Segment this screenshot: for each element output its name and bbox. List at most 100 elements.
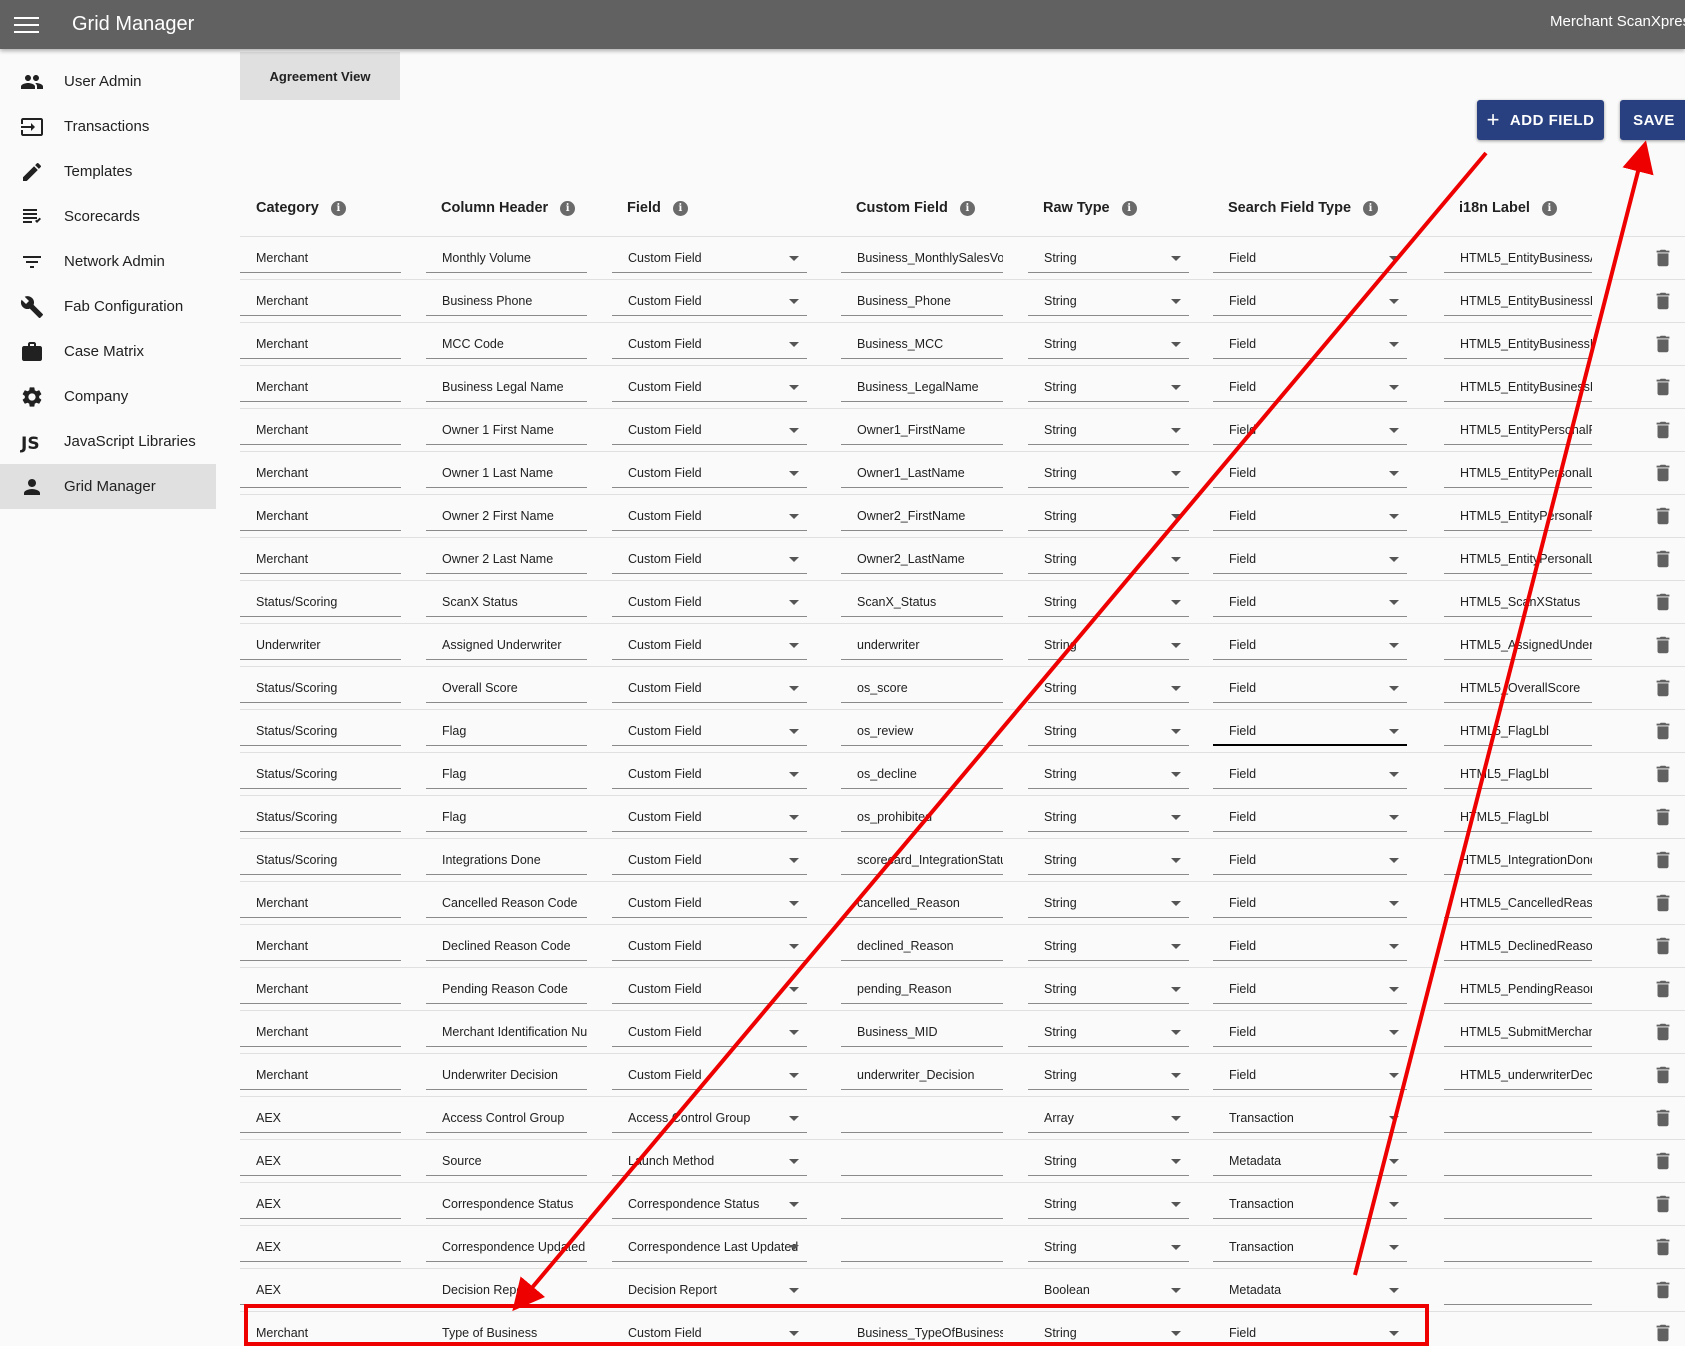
field-select[interactable]: Correspondence Status — [612, 1189, 807, 1219]
category-input[interactable]: Merchant — [240, 243, 401, 273]
search-field-type-select[interactable]: Field — [1213, 630, 1407, 660]
i18n-label-input[interactable] — [1444, 1318, 1592, 1346]
search-field-type-select[interactable]: Field — [1213, 931, 1407, 961]
field-select[interactable]: Custom Field — [612, 845, 807, 875]
custom-field-input[interactable]: Business_MCC — [841, 329, 1003, 359]
custom-field-input[interactable]: scorecard_IntegrationStatus — [841, 845, 1003, 875]
custom-field-input[interactable] — [841, 1232, 1003, 1262]
custom-field-input[interactable]: pending_Reason — [841, 974, 1003, 1004]
custom-field-input[interactable]: Business_Phone — [841, 286, 1003, 316]
category-input[interactable]: Merchant — [240, 544, 401, 574]
category-input[interactable]: Merchant — [240, 372, 401, 402]
search-field-type-select[interactable]: Field — [1213, 1017, 1407, 1047]
i18n-label-input[interactable] — [1444, 1146, 1592, 1176]
category-input[interactable]: Merchant — [240, 458, 401, 488]
i18n-label-input[interactable]: HTML5_SubmitMerchantDetails — [1444, 1017, 1592, 1047]
search-field-type-select[interactable]: Field — [1213, 802, 1407, 832]
delete-row-icon[interactable] — [1652, 591, 1674, 613]
search-field-type-select[interactable]: Field — [1213, 888, 1407, 918]
column-header-input[interactable]: Owner 2 Last Name — [426, 544, 587, 574]
sidebar-item-case-matrix[interactable]: Case Matrix — [0, 329, 216, 374]
column-header-input[interactable]: Owner 2 First Name — [426, 501, 587, 531]
column-header-input[interactable]: Merchant Identification Number — [426, 1017, 587, 1047]
custom-field-input[interactable]: Owner1_LastName — [841, 458, 1003, 488]
field-select[interactable]: Custom Field — [612, 1318, 807, 1346]
category-input[interactable]: Merchant — [240, 1017, 401, 1047]
raw-type-select[interactable]: String — [1028, 974, 1189, 1004]
i18n-label-input[interactable]: HTML5_FlagLbl — [1444, 759, 1592, 789]
custom-field-input[interactable]: ScanX_Status — [841, 587, 1003, 617]
column-header-input[interactable]: MCC Code — [426, 329, 587, 359]
sidebar-item-fab-configuration[interactable]: Fab Configuration — [0, 284, 216, 329]
delete-row-icon[interactable] — [1652, 892, 1674, 914]
delete-row-icon[interactable] — [1652, 333, 1674, 355]
column-header-input[interactable]: Flag — [426, 716, 587, 746]
column-header-input[interactable]: Correspondence Status — [426, 1189, 587, 1219]
delete-row-icon[interactable] — [1652, 1021, 1674, 1043]
category-input[interactable]: Status/Scoring — [240, 845, 401, 875]
i18n-label-input[interactable]: HTML5_FlagLbl — [1444, 716, 1592, 746]
column-header-input[interactable]: Flag — [426, 802, 587, 832]
search-field-type-select[interactable]: Transaction — [1213, 1232, 1407, 1262]
sidebar-item-transactions[interactable]: Transactions — [0, 104, 216, 149]
column-header-input[interactable]: Correspondence Updated — [426, 1232, 587, 1262]
info-icon[interactable]: i — [672, 200, 688, 216]
sidebar-item-user-admin[interactable]: User Admin — [0, 59, 216, 104]
i18n-label-input[interactable]: HTML5_underwriterDecision — [1444, 1060, 1592, 1090]
category-input[interactable]: Merchant — [240, 931, 401, 961]
category-input[interactable]: Status/Scoring — [240, 802, 401, 832]
column-header-input[interactable]: Integrations Done — [426, 845, 587, 875]
field-select[interactable]: Custom Field — [612, 544, 807, 574]
column-header-input[interactable]: Pending Reason Code — [426, 974, 587, 1004]
raw-type-select[interactable]: String — [1028, 673, 1189, 703]
column-header-input[interactable]: ScanX Status — [426, 587, 587, 617]
field-select[interactable]: Access Control Group — [612, 1103, 807, 1133]
i18n-label-input[interactable]: HTML5_EntityPersonalFirstName — [1444, 415, 1592, 445]
i18n-label-input[interactable]: HTML5_OverallScore — [1444, 673, 1592, 703]
field-select[interactable]: Custom Field — [612, 329, 807, 359]
search-field-type-select[interactable]: Field — [1213, 544, 1407, 574]
i18n-label-input[interactable]: HTML5_IntegrationDone — [1444, 845, 1592, 875]
field-select[interactable]: Custom Field — [612, 759, 807, 789]
category-input[interactable]: AEX — [240, 1275, 401, 1305]
delete-row-icon[interactable] — [1652, 1236, 1674, 1258]
category-input[interactable]: Underwriter — [240, 630, 401, 660]
raw-type-select[interactable]: Boolean — [1028, 1275, 1189, 1305]
i18n-label-input[interactable]: HTML5_EntityBusinessLegalName — [1444, 372, 1592, 402]
category-input[interactable]: Merchant — [240, 1060, 401, 1090]
search-field-type-select[interactable]: Field — [1213, 243, 1407, 273]
search-field-type-select[interactable]: Field — [1213, 372, 1407, 402]
search-field-type-select[interactable]: Field — [1213, 458, 1407, 488]
raw-type-select[interactable]: String — [1028, 1232, 1189, 1262]
category-input[interactable]: Merchant — [240, 974, 401, 1004]
search-field-type-select[interactable]: Field — [1213, 845, 1407, 875]
delete-row-icon[interactable] — [1652, 290, 1674, 312]
i18n-label-input[interactable]: HTML5_FlagLbl — [1444, 802, 1592, 832]
raw-type-select[interactable]: String — [1028, 802, 1189, 832]
sidebar-item-company[interactable]: Company — [0, 374, 216, 419]
field-select[interactable]: Custom Field — [612, 1017, 807, 1047]
field-select[interactable]: Custom Field — [612, 974, 807, 1004]
i18n-label-input[interactable]: HTML5_AssignedUnderwriter — [1444, 630, 1592, 660]
i18n-label-input[interactable] — [1444, 1232, 1592, 1262]
raw-type-select[interactable]: String — [1028, 458, 1189, 488]
category-input[interactable]: Status/Scoring — [240, 673, 401, 703]
i18n-label-input[interactable]: HTML5_EntityBusinessMCC — [1444, 329, 1592, 359]
i18n-label-input[interactable]: HTML5_EntityBusinessPhone — [1444, 286, 1592, 316]
info-icon[interactable]: i — [1121, 200, 1137, 216]
category-input[interactable]: Status/Scoring — [240, 587, 401, 617]
search-field-type-select[interactable]: Metadata — [1213, 1146, 1407, 1176]
delete-row-icon[interactable] — [1652, 1279, 1674, 1301]
raw-type-select[interactable]: String — [1028, 329, 1189, 359]
custom-field-input[interactable]: os_score — [841, 673, 1003, 703]
raw-type-select[interactable]: String — [1028, 372, 1189, 402]
custom-field-input[interactable]: Owner1_FirstName — [841, 415, 1003, 445]
i18n-label-input[interactable]: HTML5_EntityPersonalLastName — [1444, 458, 1592, 488]
field-select[interactable]: Correspondence Last Updated — [612, 1232, 807, 1262]
field-select[interactable]: Custom Field — [612, 372, 807, 402]
field-select[interactable]: Custom Field — [612, 286, 807, 316]
search-field-type-select[interactable]: Field — [1213, 587, 1407, 617]
raw-type-select[interactable]: String — [1028, 1189, 1189, 1219]
raw-type-select[interactable]: String — [1028, 587, 1189, 617]
category-input[interactable]: Merchant — [240, 286, 401, 316]
